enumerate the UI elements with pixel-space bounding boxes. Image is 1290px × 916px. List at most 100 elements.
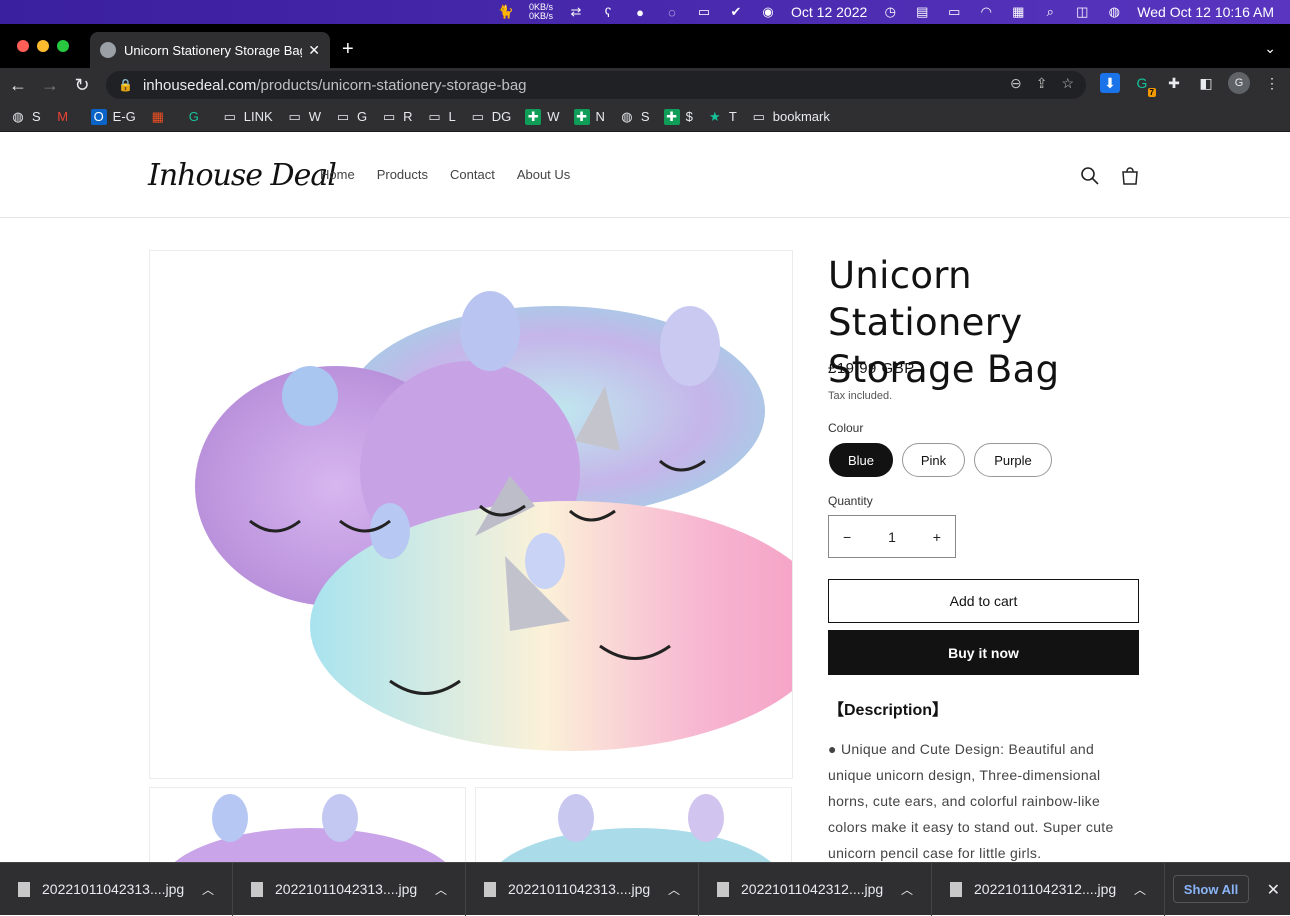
bookmark-item[interactable]: ▭ G	[335, 109, 367, 125]
show-all-downloads-button[interactable]: Show All	[1173, 875, 1249, 903]
quantity-increase-button[interactable]: +	[933, 529, 941, 545]
bookmark-label: N	[595, 109, 605, 124]
nav-home[interactable]: Home	[320, 167, 355, 182]
browser-tab-active[interactable]: Unicorn Stationery Storage Bag ✕	[90, 32, 330, 68]
battery-icon[interactable]: ▭	[945, 4, 963, 20]
download-item[interactable]: 20221011042313....jpg ︿	[233, 862, 466, 916]
colour-option-pink[interactable]: Pink	[902, 443, 965, 477]
download-item[interactable]: 20221011042312....jpg ︿	[932, 862, 1165, 916]
close-tab-icon[interactable]: ✕	[308, 42, 320, 59]
forward-button[interactable]: →	[34, 69, 66, 101]
site-logo[interactable]: Inhouse Deal	[148, 158, 337, 193]
bookmark-item[interactable]: ▭ W	[287, 109, 321, 125]
bookmark-star-icon[interactable]: ☆	[1061, 75, 1074, 92]
control-center-icon[interactable]: ◫	[1073, 4, 1091, 20]
grammarly-extension-icon[interactable]: G7	[1132, 73, 1156, 97]
nav-contact[interactable]: Contact	[450, 167, 495, 182]
bookmark-item[interactable]: ★ T	[707, 109, 737, 125]
wechat-icon[interactable]: ◌	[663, 4, 681, 20]
bookmark-item[interactable]: ▭ L	[427, 109, 455, 125]
quantity-input[interactable]: 1	[888, 529, 896, 545]
zoom-icon[interactable]: ⊖	[1010, 75, 1022, 92]
nav-about-us[interactable]: About Us	[517, 167, 570, 182]
address-bar[interactable]: 🔒 inhousedeal.com/products/unicorn-stati…	[106, 71, 1086, 99]
tab-title: Unicorn Stationery Storage Bag	[124, 42, 303, 58]
spotlight-search-icon[interactable]: ⌕	[1041, 4, 1059, 20]
side-panel-icon[interactable]: ◧	[1196, 73, 1216, 93]
share-icon[interactable]: ⇪	[1036, 75, 1048, 92]
bookmark-item[interactable]: M	[55, 109, 77, 125]
search-icon[interactable]	[1078, 164, 1102, 188]
bookmark-item[interactable]: ▭ DG	[470, 109, 512, 125]
chevron-up-icon[interactable]: ︿	[668, 881, 680, 898]
download-extension-icon[interactable]: ⬇	[1100, 73, 1120, 93]
bookmark-item[interactable]: ✚ N	[573, 108, 605, 125]
lock-icon[interactable]: 🔒	[118, 78, 133, 92]
bookmark-label: G	[356, 109, 368, 124]
siri-icon[interactable]: ◍	[1105, 4, 1123, 20]
reload-button[interactable]: ↻	[66, 69, 98, 101]
product-thumbnail-2[interactable]	[475, 787, 792, 862]
bookmark-item[interactable]: ▭ R	[381, 109, 413, 125]
bookmark-item[interactable]: ▭ LINK	[222, 109, 273, 125]
product-description: ● Unique and Cute Design: Beautiful and …	[828, 741, 1114, 861]
bookmark-item[interactable]: ✚ $	[663, 108, 693, 125]
download-item[interactable]: 20221011042313....jpg ︿	[0, 862, 233, 916]
cart-icon[interactable]	[1118, 164, 1142, 188]
cat-icon[interactable]: 🐈	[497, 4, 515, 20]
download-item[interactable]: 20221011042312....jpg ︿	[699, 862, 932, 916]
download-item[interactable]: 20221011042313....jpg ︿	[466, 862, 699, 916]
chevron-up-icon[interactable]: ︿	[901, 881, 913, 898]
keyboard-icon[interactable]: ▦	[1009, 4, 1027, 20]
product-thumbnail-1[interactable]	[149, 787, 466, 862]
downloads-bar: 20221011042313....jpg ︿ 20221011042313....…	[0, 862, 1290, 916]
bookmark-item[interactable]: ▦	[150, 109, 172, 125]
menubar-date[interactable]: Oct 12 2022	[791, 4, 867, 20]
profile-avatar[interactable]: G	[1228, 72, 1250, 94]
tab-search-chevron-icon[interactable]: ⌄	[1264, 40, 1276, 57]
us-flag-icon[interactable]: ▤	[913, 4, 931, 20]
chevron-up-icon[interactable]: ︿	[1134, 881, 1146, 898]
url-path: /products/unicorn-stationery-storage-bag	[256, 76, 527, 94]
close-downloads-icon[interactable]: ✕	[1267, 880, 1280, 900]
colour-option-blue[interactable]: Blue	[829, 443, 893, 477]
product-main-image[interactable]	[149, 250, 793, 779]
time-machine-icon[interactable]: ◷	[881, 4, 899, 20]
quantity-decrease-button[interactable]: −	[843, 529, 851, 545]
globe-icon: ◍	[12, 108, 24, 124]
chevron-up-icon[interactable]: ︿	[435, 881, 447, 898]
nav-products[interactable]: Products	[377, 167, 428, 182]
check-icon[interactable]: ✔	[727, 4, 745, 20]
gmail-icon: M	[57, 109, 69, 124]
buy-now-button[interactable]: Buy it now	[828, 630, 1139, 675]
wifi-icon[interactable]: ◠	[977, 4, 995, 20]
shazam-icon[interactable]: ◉	[759, 4, 777, 20]
bookmark-label: bookmark	[772, 109, 830, 124]
menubar-clock[interactable]: Wed Oct 12 10:16 AM	[1137, 4, 1274, 20]
chevron-up-icon[interactable]: ︿	[202, 881, 214, 898]
colour-label: Colour	[828, 421, 864, 435]
network-speed: 0KB/s 0KB/s	[528, 2, 553, 21]
download-filename: 20221011042312....jpg	[974, 881, 1117, 897]
qq-icon[interactable]: ●	[631, 4, 649, 20]
bookmark-item[interactable]: ✚ W	[525, 108, 560, 125]
bookmark-item[interactable]: ▭ bookmark	[751, 109, 830, 125]
extensions-puzzle-icon[interactable]: ✚	[1164, 73, 1184, 93]
line-icon[interactable]: ▭	[695, 4, 713, 20]
bookmark-item[interactable]: G	[186, 109, 208, 125]
add-to-cart-button[interactable]: Add to cart	[828, 579, 1139, 623]
zoom-window-button[interactable]	[57, 40, 69, 52]
bookmark-item[interactable]: ◍ S	[619, 109, 649, 125]
back-button[interactable]: ←	[2, 69, 34, 101]
close-window-button[interactable]	[17, 40, 29, 52]
minimize-window-button[interactable]	[37, 40, 49, 52]
new-tab-button[interactable]: +	[342, 38, 354, 61]
bookmark-item[interactable]: O E-G	[90, 108, 136, 125]
teamviewer-icon[interactable]: ⇄	[567, 4, 585, 20]
quantity-stepper: − 1 +	[828, 515, 956, 558]
bookmark-item[interactable]: ◍ S	[10, 108, 40, 125]
colour-option-purple[interactable]: Purple	[974, 443, 1052, 477]
folder-icon: ▭	[288, 108, 301, 124]
browser-menu-icon[interactable]: ⋮	[1262, 73, 1282, 93]
bear-icon[interactable]: ʕ	[599, 4, 617, 20]
